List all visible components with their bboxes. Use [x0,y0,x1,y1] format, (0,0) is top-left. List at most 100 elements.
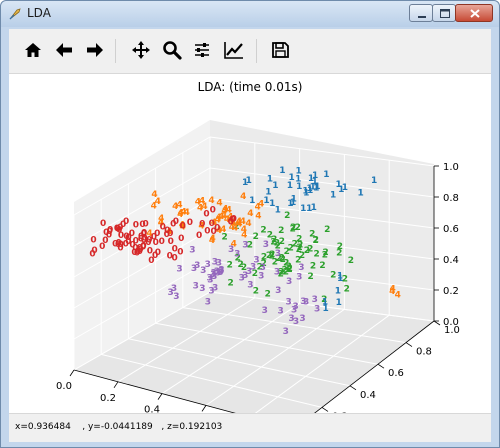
data-point: 3 [275,249,281,259]
y-tick-label: 0.6 [388,368,404,379]
data-point: 2 [307,272,313,282]
data-point: 0 [155,248,161,258]
data-point: 2 [284,211,290,221]
data-point: 1 [371,176,377,186]
data-point: 0 [187,218,193,228]
data-point: 0 [172,245,178,255]
data-point: 0 [177,248,183,258]
data-point: 2 [344,285,350,295]
data-point: 1 [246,176,252,186]
data-point: 3 [312,295,318,305]
data-point: 3 [199,284,205,294]
data-point: 3 [242,240,248,250]
data-point: 0 [178,234,184,244]
data-point: 0 [228,218,234,228]
plot-canvas[interactable]: LDA: (time 0.01s) 0.00.20.40.60.81.00.00… [9,74,491,413]
x-tick-mark [69,369,75,377]
data-point: 3 [274,267,280,277]
z-tick-label: 0.0 [443,317,459,328]
data-point: 1 [279,166,285,176]
configure-subplots-icon [195,43,209,57]
data-point: 2 [253,286,259,296]
data-point: 0 [103,228,109,238]
data-point: 4 [240,192,246,202]
data-point: 1 [295,166,301,176]
data-point: 3 [263,240,269,250]
z-tick-label: 0.4 [443,255,459,266]
status-bar: x=0.936484 , y=-0.0441189 , z=0.192103 [9,413,491,442]
zoom-button[interactable] [158,36,186,64]
data-point: 1 [323,170,329,180]
app-feather-icon [9,8,21,20]
data-point: 3 [212,284,218,294]
data-point: 3 [286,277,292,287]
home-button[interactable] [19,36,47,64]
data-point: 2 [337,242,343,252]
figure-area: LDA: (time 0.01s) 0.00.20.40.60.81.00.00… [9,29,491,442]
data-point: 1 [302,187,308,197]
save-icon [272,42,289,58]
data-point: 3 [283,327,289,337]
data-point: 3 [246,267,252,277]
data-point: 2 [348,256,354,266]
data-point: 3 [303,298,309,308]
navigation-toolbar [9,29,491,74]
data-point: 1 [337,272,343,282]
data-point: 3 [275,286,281,296]
data-point: 1 [296,182,302,192]
x-tick-label: 0.2 [100,393,116,404]
window-title: LDA [27,6,51,20]
save-button[interactable] [266,36,294,64]
data-point: 2 [278,226,284,236]
edit-axis-button[interactable] [220,36,248,64]
data-point: 2 [227,279,233,289]
data-point: 4 [395,291,401,301]
data-point: 3 [200,266,206,276]
pan-button[interactable] [127,36,155,64]
data-point: 0 [115,240,121,250]
data-point: 4 [255,212,261,222]
configure-subplots-button[interactable] [188,36,216,64]
x-tick-mark [157,393,163,400]
data-point: 3 [218,266,224,276]
toolbar-separator [115,39,116,63]
data-point: 2 [324,225,330,235]
minimize-button[interactable] [409,4,433,22]
close-button[interactable] [455,4,493,22]
y-tick-mark [433,320,441,326]
z-tick-label: 1.0 [443,162,459,173]
maximize-icon [440,9,450,18]
pan-icon [132,41,150,59]
y-tick-mark [321,407,329,412]
x-tick-label: 0.4 [144,405,160,413]
data-point: 3 [176,265,182,275]
scatter-3d-chart: 0.00.20.40.60.81.00.00.20.40.60.81.00.00… [56,120,460,413]
z-tick-label: 0.2 [443,286,459,297]
z-tick-label: 0.6 [443,224,459,235]
data-point: 2 [270,237,276,247]
data-point: 0 [141,230,147,240]
back-button[interactable] [50,36,78,64]
data-point: 2 [322,251,328,261]
data-point: 1 [275,205,281,215]
data-point: 2 [253,232,259,242]
data-point: 3 [173,292,179,302]
data-point: 1 [322,297,328,307]
data-point: 3 [247,281,253,291]
data-point: 4 [209,236,215,246]
y-tick-label: 0.8 [416,347,432,358]
data-point: 0 [210,206,216,216]
forward-button[interactable] [81,36,109,64]
data-point: 0 [154,229,160,239]
data-point: 0 [90,235,96,245]
x-tick-mark [113,381,119,389]
data-point: 3 [193,282,199,292]
data-point: 2 [227,261,233,271]
data-point: 3 [262,306,268,316]
maximize-button[interactable] [432,4,456,22]
title-bar[interactable]: LDA [1,1,499,27]
y-tick-mark [377,363,385,369]
data-point: 3 [299,314,305,324]
app-window: LDA LDA: (time 0.01s) 0.0 0.2 0.4 0.4 0.… [0,0,500,448]
edit-axis-icon [224,42,243,59]
